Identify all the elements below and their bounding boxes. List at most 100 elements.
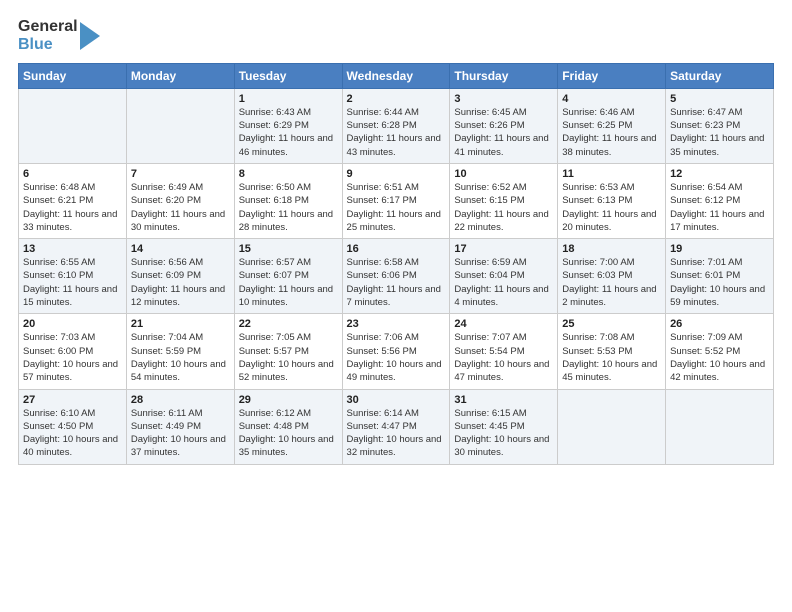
day-number: 8: [239, 168, 338, 180]
day-info: Sunrise: 6:47 AM Sunset: 6:23 PM Dayligh…: [670, 106, 769, 159]
day-info: Sunrise: 6:12 AM Sunset: 4:48 PM Dayligh…: [239, 407, 338, 460]
calendar-cell: 1Sunrise: 6:43 AM Sunset: 6:29 PM Daylig…: [234, 88, 342, 163]
day-info: Sunrise: 6:51 AM Sunset: 6:17 PM Dayligh…: [347, 181, 446, 234]
week-row-1: 1Sunrise: 6:43 AM Sunset: 6:29 PM Daylig…: [19, 88, 774, 163]
day-info: Sunrise: 7:06 AM Sunset: 5:56 PM Dayligh…: [347, 331, 446, 384]
day-number: 9: [347, 168, 446, 180]
calendar-cell: [126, 88, 234, 163]
weekday-header-monday: Monday: [126, 63, 234, 88]
day-number: 27: [23, 394, 122, 406]
calendar-cell: 10Sunrise: 6:52 AM Sunset: 6:15 PM Dayli…: [450, 163, 558, 238]
day-info: Sunrise: 7:03 AM Sunset: 6:00 PM Dayligh…: [23, 331, 122, 384]
day-info: Sunrise: 6:43 AM Sunset: 6:29 PM Dayligh…: [239, 106, 338, 159]
day-info: Sunrise: 6:55 AM Sunset: 6:10 PM Dayligh…: [23, 256, 122, 309]
day-info: Sunrise: 6:52 AM Sunset: 6:15 PM Dayligh…: [454, 181, 553, 234]
calendar-cell: 15Sunrise: 6:57 AM Sunset: 6:07 PM Dayli…: [234, 239, 342, 314]
day-number: 19: [670, 243, 769, 255]
calendar-cell: [558, 389, 666, 464]
day-number: 20: [23, 318, 122, 330]
day-number: 12: [670, 168, 769, 180]
day-number: 6: [23, 168, 122, 180]
weekday-header-tuesday: Tuesday: [234, 63, 342, 88]
calendar-cell: 28Sunrise: 6:11 AM Sunset: 4:49 PM Dayli…: [126, 389, 234, 464]
day-number: 25: [562, 318, 661, 330]
day-info: Sunrise: 7:01 AM Sunset: 6:01 PM Dayligh…: [670, 256, 769, 309]
calendar-cell: 19Sunrise: 7:01 AM Sunset: 6:01 PM Dayli…: [666, 239, 774, 314]
day-info: Sunrise: 6:58 AM Sunset: 6:06 PM Dayligh…: [347, 256, 446, 309]
calendar-cell: 21Sunrise: 7:04 AM Sunset: 5:59 PM Dayli…: [126, 314, 234, 389]
day-info: Sunrise: 6:15 AM Sunset: 4:45 PM Dayligh…: [454, 407, 553, 460]
day-info: Sunrise: 6:45 AM Sunset: 6:26 PM Dayligh…: [454, 106, 553, 159]
day-info: Sunrise: 6:48 AM Sunset: 6:21 PM Dayligh…: [23, 181, 122, 234]
calendar-cell: 23Sunrise: 7:06 AM Sunset: 5:56 PM Dayli…: [342, 314, 450, 389]
day-number: 23: [347, 318, 446, 330]
header: General Blue General Blue: [18, 18, 774, 55]
day-number: 22: [239, 318, 338, 330]
day-info: Sunrise: 6:11 AM Sunset: 4:49 PM Dayligh…: [131, 407, 230, 460]
day-info: Sunrise: 6:46 AM Sunset: 6:25 PM Dayligh…: [562, 106, 661, 159]
day-info: Sunrise: 6:56 AM Sunset: 6:09 PM Dayligh…: [131, 256, 230, 309]
weekday-header-row: SundayMondayTuesdayWednesdayThursdayFrid…: [19, 63, 774, 88]
day-info: Sunrise: 6:14 AM Sunset: 4:47 PM Dayligh…: [347, 407, 446, 460]
week-row-2: 6Sunrise: 6:48 AM Sunset: 6:21 PM Daylig…: [19, 163, 774, 238]
day-number: 26: [670, 318, 769, 330]
calendar-cell: 29Sunrise: 6:12 AM Sunset: 4:48 PM Dayli…: [234, 389, 342, 464]
calendar-cell: 6Sunrise: 6:48 AM Sunset: 6:21 PM Daylig…: [19, 163, 127, 238]
day-info: Sunrise: 6:44 AM Sunset: 6:28 PM Dayligh…: [347, 106, 446, 159]
day-number: 3: [454, 93, 553, 105]
logo-arrow-icon: [80, 22, 100, 50]
logo-text-general: General: [18, 18, 78, 36]
day-info: Sunrise: 7:09 AM Sunset: 5:52 PM Dayligh…: [670, 331, 769, 384]
logo-text-blue: Blue: [18, 36, 78, 54]
weekday-header-thursday: Thursday: [450, 63, 558, 88]
weekday-header-friday: Friday: [558, 63, 666, 88]
calendar-cell: 22Sunrise: 7:05 AM Sunset: 5:57 PM Dayli…: [234, 314, 342, 389]
day-number: 17: [454, 243, 553, 255]
day-info: Sunrise: 6:50 AM Sunset: 6:18 PM Dayligh…: [239, 181, 338, 234]
calendar-cell: 27Sunrise: 6:10 AM Sunset: 4:50 PM Dayli…: [19, 389, 127, 464]
calendar-cell: 14Sunrise: 6:56 AM Sunset: 6:09 PM Dayli…: [126, 239, 234, 314]
calendar-cell: 12Sunrise: 6:54 AM Sunset: 6:12 PM Dayli…: [666, 163, 774, 238]
day-number: 10: [454, 168, 553, 180]
calendar-table: SundayMondayTuesdayWednesdayThursdayFrid…: [18, 63, 774, 465]
day-info: Sunrise: 7:00 AM Sunset: 6:03 PM Dayligh…: [562, 256, 661, 309]
weekday-header-sunday: Sunday: [19, 63, 127, 88]
day-number: 15: [239, 243, 338, 255]
day-number: 7: [131, 168, 230, 180]
week-row-3: 13Sunrise: 6:55 AM Sunset: 6:10 PM Dayli…: [19, 239, 774, 314]
day-info: Sunrise: 7:05 AM Sunset: 5:57 PM Dayligh…: [239, 331, 338, 384]
calendar-page: General Blue General Blue: [0, 0, 792, 612]
day-number: 16: [347, 243, 446, 255]
day-info: Sunrise: 6:10 AM Sunset: 4:50 PM Dayligh…: [23, 407, 122, 460]
day-number: 14: [131, 243, 230, 255]
day-number: 2: [347, 93, 446, 105]
day-info: Sunrise: 6:57 AM Sunset: 6:07 PM Dayligh…: [239, 256, 338, 309]
calendar-cell: 8Sunrise: 6:50 AM Sunset: 6:18 PM Daylig…: [234, 163, 342, 238]
calendar-cell: 26Sunrise: 7:09 AM Sunset: 5:52 PM Dayli…: [666, 314, 774, 389]
calendar-cell: 5Sunrise: 6:47 AM Sunset: 6:23 PM Daylig…: [666, 88, 774, 163]
calendar-cell: [19, 88, 127, 163]
day-number: 5: [670, 93, 769, 105]
calendar-cell: 9Sunrise: 6:51 AM Sunset: 6:17 PM Daylig…: [342, 163, 450, 238]
day-number: 4: [562, 93, 661, 105]
calendar-cell: 20Sunrise: 7:03 AM Sunset: 6:00 PM Dayli…: [19, 314, 127, 389]
day-number: 30: [347, 394, 446, 406]
calendar-cell: 16Sunrise: 6:58 AM Sunset: 6:06 PM Dayli…: [342, 239, 450, 314]
day-info: Sunrise: 7:08 AM Sunset: 5:53 PM Dayligh…: [562, 331, 661, 384]
calendar-cell: 3Sunrise: 6:45 AM Sunset: 6:26 PM Daylig…: [450, 88, 558, 163]
calendar-cell: 7Sunrise: 6:49 AM Sunset: 6:20 PM Daylig…: [126, 163, 234, 238]
week-row-5: 27Sunrise: 6:10 AM Sunset: 4:50 PM Dayli…: [19, 389, 774, 464]
day-info: Sunrise: 6:49 AM Sunset: 6:20 PM Dayligh…: [131, 181, 230, 234]
day-number: 18: [562, 243, 661, 255]
day-number: 1: [239, 93, 338, 105]
calendar-cell: 11Sunrise: 6:53 AM Sunset: 6:13 PM Dayli…: [558, 163, 666, 238]
day-info: Sunrise: 7:07 AM Sunset: 5:54 PM Dayligh…: [454, 331, 553, 384]
day-number: 21: [131, 318, 230, 330]
calendar-cell: 25Sunrise: 7:08 AM Sunset: 5:53 PM Dayli…: [558, 314, 666, 389]
weekday-header-wednesday: Wednesday: [342, 63, 450, 88]
calendar-cell: 30Sunrise: 6:14 AM Sunset: 4:47 PM Dayli…: [342, 389, 450, 464]
calendar-cell: [666, 389, 774, 464]
calendar-cell: 24Sunrise: 7:07 AM Sunset: 5:54 PM Dayli…: [450, 314, 558, 389]
day-info: Sunrise: 6:53 AM Sunset: 6:13 PM Dayligh…: [562, 181, 661, 234]
day-info: Sunrise: 6:54 AM Sunset: 6:12 PM Dayligh…: [670, 181, 769, 234]
